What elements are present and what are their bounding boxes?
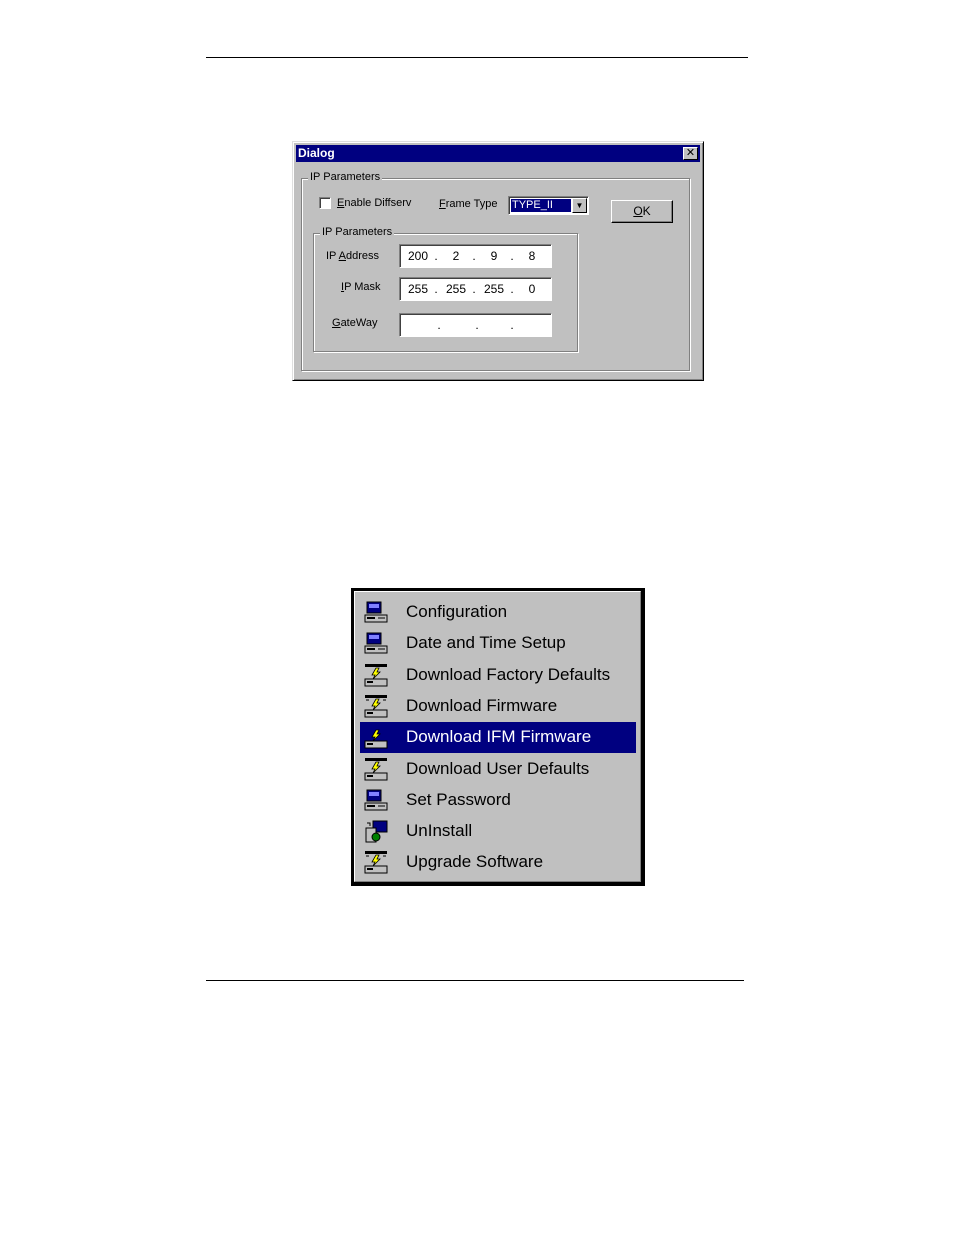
gateway-field[interactable]: . . . [399, 313, 552, 337]
ip-address-field[interactable]: 200 . 2 . 9 . 8 [399, 244, 552, 268]
ip-mask-octet-4: 0 [528, 282, 536, 296]
frame-type-label: Frame Type [439, 198, 498, 210]
context-menu-frame: Configuration Date and Time Setup Download… [351, 588, 645, 886]
frame-type-value: TYPE_II [511, 199, 571, 212]
menu-item[interactable]: Upgrade Software [360, 847, 636, 878]
ip-address-label: IP Address [326, 250, 380, 262]
computer-icon [364, 789, 390, 813]
download-firmware-icon [364, 694, 390, 719]
menu-item-label: UnInstall [406, 821, 473, 841]
menu-item-label: Download IFM Firmware [406, 727, 592, 747]
enable-diffserv-label[interactable]: Enable Diffserv [337, 197, 411, 210]
octet-separator: . [472, 249, 476, 263]
ip-mask-label: IP Mask [341, 281, 381, 293]
download-default-icon [364, 663, 390, 688]
ok-button[interactable]: OK [611, 200, 673, 223]
dialog-window: Dialog ✕ IP Parameters Enable Diffserv F… [292, 141, 704, 381]
inner-group-label: IP Parameters [320, 226, 395, 239]
menu-item-label: Date and Time Setup [406, 633, 566, 653]
close-button[interactable]: ✕ [683, 147, 698, 160]
octet-separator: . [437, 318, 441, 332]
ip-mask-octet-3: 255 [483, 282, 505, 296]
title-bar[interactable]: Dialog ✕ [296, 145, 700, 162]
ip-address-octet-4: 8 [528, 249, 536, 263]
menu-item[interactable]: Download Factory Defaults [360, 660, 636, 691]
uninstall-icon [364, 820, 390, 844]
close-icon: ✕ [685, 147, 696, 159]
ip-address-octet-1: 200 [407, 249, 429, 263]
menu-item[interactable]: Set Password [360, 785, 636, 816]
octet-separator: . [434, 249, 438, 263]
chevron-down-icon[interactable]: ▼ [572, 198, 587, 213]
menu-item-label: Download Factory Defaults [406, 664, 611, 684]
computer-icon [364, 601, 390, 625]
download-firmware-icon [364, 851, 390, 875]
ip-address-octet-2: 2 [452, 249, 460, 263]
menu-item[interactable]: UnInstall [360, 816, 636, 847]
download-ifm-icon [364, 726, 390, 750]
context-menu: Configuration Date and Time Setup Download… [354, 591, 641, 882]
outer-group-label: IP Parameters [308, 171, 383, 184]
gateway-label: GateWay [332, 317, 378, 329]
ip-mask-octet-2: 255 [445, 282, 467, 296]
download-default-icon [364, 757, 390, 782]
bottom-rule [206, 980, 744, 981]
dialog-title: Dialog [298, 146, 335, 160]
octet-separator: . [510, 249, 514, 263]
computer-icon [364, 632, 390, 656]
menu-item[interactable]: Download Firmware [360, 691, 636, 722]
ip-address-octet-3: 9 [490, 249, 498, 263]
ip-mask-octet-1: 255 [407, 282, 429, 296]
menu-item-label: Configuration [406, 602, 508, 621]
menu-item[interactable]: Download IFM Firmware [360, 722, 636, 754]
octet-separator: . [510, 282, 514, 296]
menu-item-label: Download Firmware [406, 695, 558, 715]
menu-item-label: Set Password [406, 789, 511, 809]
menu-item[interactable]: Date and Time Setup [360, 628, 636, 659]
menu-item-label: Upgrade Software [406, 852, 544, 872]
enable-diffserv-checkbox[interactable] [319, 197, 331, 209]
octet-separator: . [434, 282, 438, 296]
menu-item-label: Download User Defaults [406, 758, 590, 778]
menu-item[interactable]: Download User Defaults [360, 754, 636, 785]
frame-type-select[interactable]: TYPE_II ▼ [508, 196, 589, 215]
octet-separator: . [472, 282, 476, 296]
top-rule [206, 57, 748, 58]
octet-separator: . [510, 318, 514, 332]
octet-separator: . [475, 318, 479, 332]
menu-item[interactable]: Configuration [360, 597, 636, 628]
ip-mask-field[interactable]: 255 . 255 . 255 . 0 [399, 277, 552, 301]
